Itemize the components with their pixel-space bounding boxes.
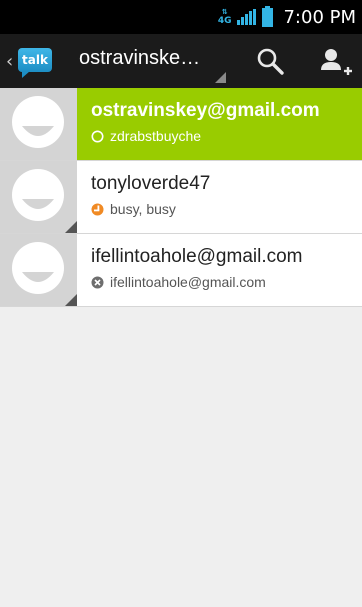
- battery-icon: [262, 5, 274, 27]
- spinner-indicator-icon: [215, 72, 226, 83]
- talk-logo: talk: [18, 48, 52, 78]
- action-bar: ‹ talk ostravinske…: [0, 34, 362, 88]
- contact-name: ifellintoahole@gmail.com: [91, 246, 303, 267]
- search-button[interactable]: [255, 46, 287, 78]
- network-4g-icon: ⇅ 4G: [217, 8, 232, 26]
- avatar[interactable]: [0, 161, 77, 233]
- contact-name: ostravinskey@gmail.com: [91, 100, 320, 121]
- back-chevron-icon: ‹: [6, 51, 14, 72]
- default-avatar-icon: [12, 96, 64, 148]
- contact-status: ifellintoahole@gmail.com: [110, 274, 266, 290]
- offline-status-icon: [91, 276, 104, 288]
- account-spinner[interactable]: ostravinske…: [79, 47, 200, 70]
- busy-status-icon: [91, 203, 104, 215]
- contact-list: ostravinskey@gmail.com zdrabstbuyche ton…: [0, 88, 362, 307]
- available-status-icon: [91, 130, 104, 142]
- contact-status: busy, busy: [110, 201, 176, 217]
- contact-name: tonyloverde47: [91, 173, 211, 194]
- search-icon: [257, 48, 284, 75]
- quick-contact-corner: [65, 221, 77, 233]
- contact-status: zdrabstbuyche: [110, 128, 202, 144]
- contact-row[interactable]: ifellintoahole@gmail.com ifellintoahole@…: [0, 234, 362, 307]
- avatar[interactable]: [0, 234, 77, 306]
- add-person-icon: [321, 49, 352, 75]
- signal-strength-icon: [237, 9, 257, 25]
- avatar[interactable]: [0, 88, 77, 160]
- contact-row[interactable]: tonyloverde47 busy, busy: [0, 161, 362, 234]
- contact-row[interactable]: ostravinskey@gmail.com zdrabstbuyche: [0, 88, 362, 161]
- status-bar: ⇅ 4G 7:00 PM: [0, 0, 362, 34]
- add-friend-button[interactable]: [318, 46, 354, 80]
- quick-contact-corner: [65, 294, 77, 306]
- status-clock: 7:00 PM: [283, 6, 356, 28]
